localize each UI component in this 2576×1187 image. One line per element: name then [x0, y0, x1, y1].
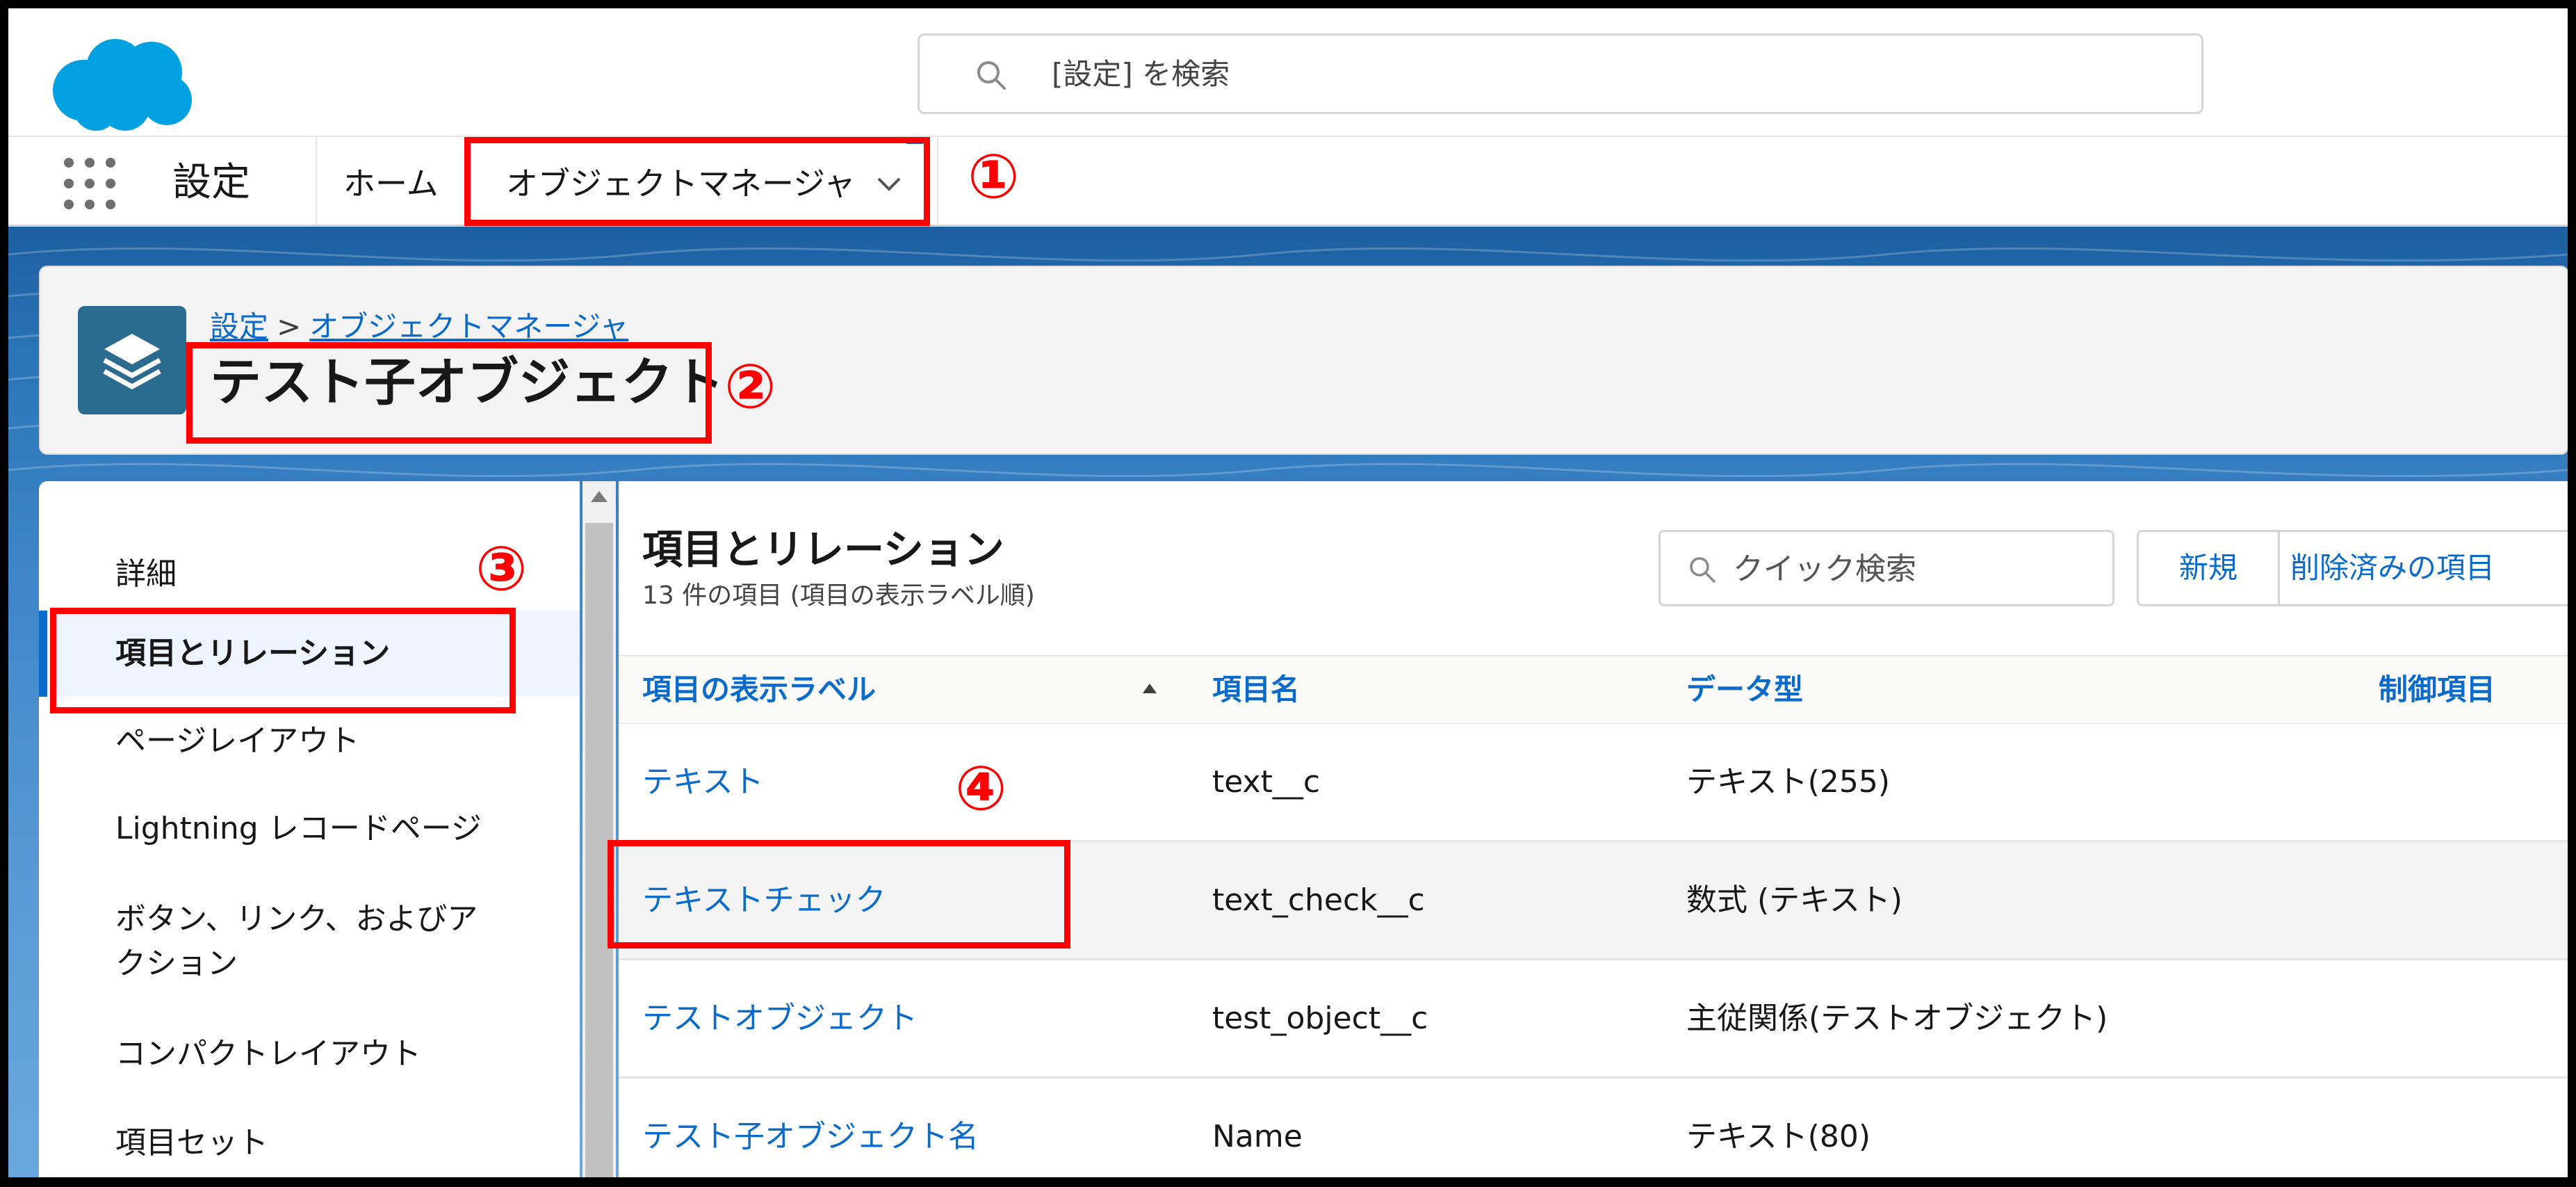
- breadcrumb-object-manager-link[interactable]: オブジェクトマネージャ: [309, 309, 628, 344]
- button-divider: [2278, 532, 2280, 604]
- sidebar-item-label: ページレイアウト: [115, 723, 360, 759]
- field-api-name: Name: [1212, 1119, 1303, 1154]
- field-api-name: text__c: [1212, 764, 1321, 800]
- sidebar-item-label: コンパクトレイアウト: [115, 1036, 421, 1072]
- nav-divider: [937, 137, 938, 225]
- breadcrumb: 設定 > オブジェクトマネージャ: [210, 307, 628, 346]
- global-header: [設定] を検索: [8, 8, 2568, 137]
- fields-relationships-panel: 項目とリレーション 13 件の項目 (項目の表示ラベル順) クイック検索 新規 …: [619, 481, 2568, 1177]
- field-label-link[interactable]: テストオブジェクト: [642, 996, 918, 1041]
- field-data-type: テキスト(255): [1686, 764, 1890, 800]
- annotation-marker-1: ①: [968, 140, 1020, 212]
- annotation-box-4: [608, 840, 1070, 948]
- field-label-link[interactable]: テキスト: [642, 760, 764, 805]
- annotation-box-1: [464, 137, 930, 226]
- search-icon: [977, 61, 1006, 90]
- column-header-field-label[interactable]: 項目の表示ラベル: [642, 668, 876, 712]
- quick-search-placeholder: クイック検索: [1733, 551, 1916, 587]
- app-launcher-icon[interactable]: [64, 158, 117, 211]
- table-row: テストオブジェクト test_object__c 主従関係(テストオブジェクト): [619, 960, 2568, 1079]
- app-nav-bar: 設定 ホーム オブジェクトマネージャ: [8, 137, 2568, 227]
- sidebar-item-label: Lightning レコードページ: [115, 811, 482, 846]
- new-field-button[interactable]: 新規: [2139, 532, 2278, 604]
- field-api-name: test_object__c: [1212, 1001, 1428, 1036]
- sidebar-item-label-line2: クション: [115, 946, 238, 981]
- search-icon: [1690, 557, 1715, 583]
- search-placeholder: [設定] を検索: [1052, 57, 1230, 91]
- sort-ascending-icon[interactable]: [1141, 681, 1158, 695]
- sidebar-item-label: ボタン、リンク、およびア: [115, 901, 478, 937]
- column-header-field-name[interactable]: 項目名: [1212, 668, 1300, 712]
- annotation-box-2: [186, 342, 712, 444]
- deleted-fields-button[interactable]: 削除済みの項目: [2290, 532, 2495, 604]
- object-layers-icon: [78, 306, 186, 414]
- sidebar-item-label: 項目セット: [115, 1125, 268, 1161]
- breadcrumb-separator: >: [277, 309, 302, 344]
- annotation-marker-3: ③: [475, 533, 528, 604]
- breadcrumb-setup-link[interactable]: 設定: [210, 309, 268, 344]
- section-subtitle: 13 件の項目 (項目の表示ラベル順): [642, 581, 1035, 610]
- field-data-type: 主従関係(テストオブジェクト): [1686, 1001, 2108, 1036]
- nav-divider: [316, 137, 317, 225]
- field-api-name: text_check__c: [1212, 882, 1425, 918]
- column-header-data-type[interactable]: データ型: [1686, 668, 1803, 712]
- sidebar-active-indicator: [39, 611, 47, 697]
- sidebar-item-label: 詳細: [115, 556, 177, 592]
- salesforce-cloud-logo[interactable]: [47, 36, 193, 132]
- sidebar-item-buttons-links-actions[interactable]: ボタン、リンク、およびア クション: [39, 897, 580, 994]
- app-window: [設定] を検索 設定 ホーム オブジェクトマネージャ 設定 > オブジェクトマ…: [8, 8, 2568, 1177]
- annotation-marker-2: ②: [724, 350, 776, 422]
- tab-home[interactable]: ホーム: [343, 159, 439, 208]
- section-title: 項目とリレーション: [642, 526, 1004, 573]
- annotation-box-3: [50, 608, 516, 713]
- table-row: テスト子オブジェクト名 Name テキスト(80): [619, 1079, 2568, 1177]
- table-row: テキスト text__c テキスト(255): [619, 724, 2568, 842]
- scroll-up-arrow-icon[interactable]: [589, 488, 609, 505]
- column-header-controlling-field[interactable]: 制御項目: [2379, 668, 2495, 712]
- sidebar-scrollbar[interactable]: [582, 481, 616, 1177]
- table-header: 項目の表示ラベル 項目名 データ型 制御項目: [619, 655, 2568, 725]
- layers-icon: [103, 334, 161, 389]
- action-button-group: 新規 削除済みの項目: [2137, 530, 2568, 606]
- quick-search-input[interactable]: クイック検索: [1658, 530, 2114, 606]
- app-name: 設定: [172, 160, 250, 205]
- field-data-type: 数式 (テキスト): [1686, 882, 1902, 918]
- field-label-link[interactable]: テスト子オブジェクト名: [642, 1115, 979, 1159]
- global-search-input[interactable]: [設定] を検索: [918, 33, 2203, 114]
- annotation-marker-4: ④: [955, 752, 1007, 824]
- field-data-type: テキスト(80): [1686, 1119, 1870, 1154]
